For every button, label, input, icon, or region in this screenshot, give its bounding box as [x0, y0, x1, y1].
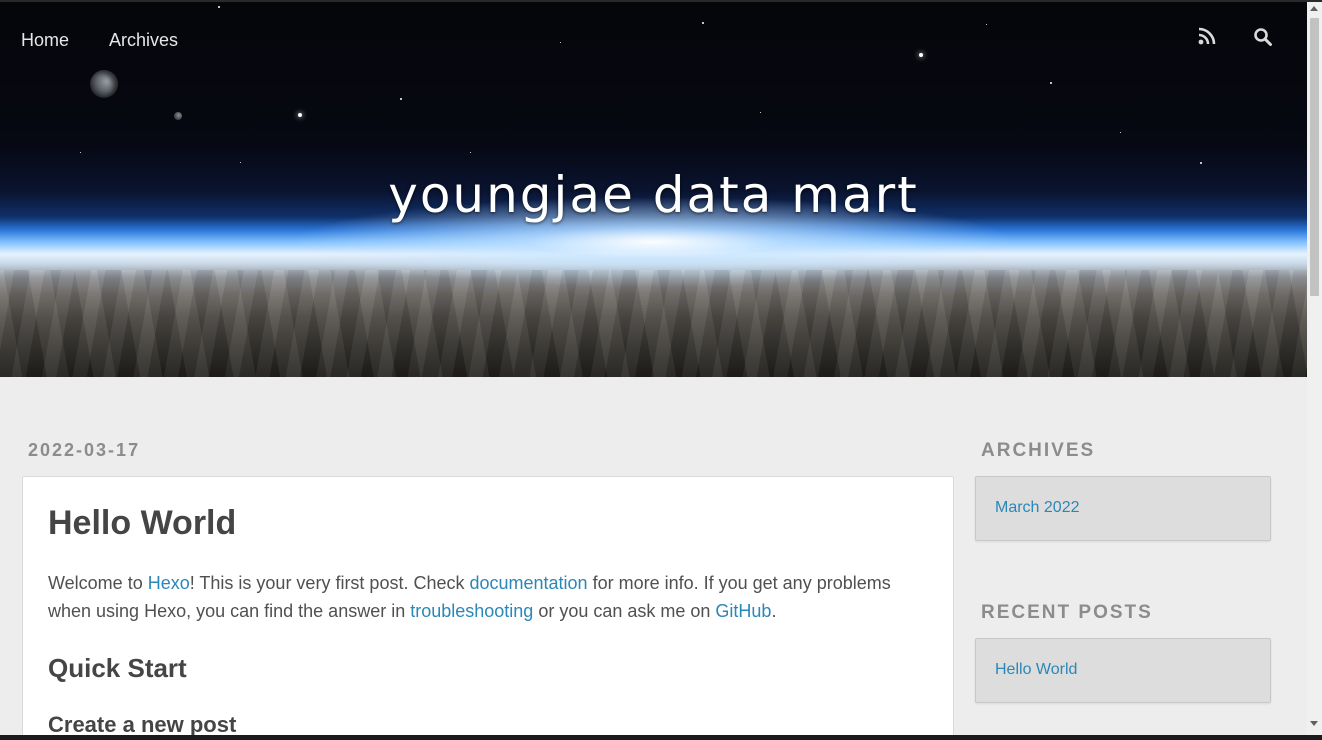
post-article: Hello World Welcome to Hexo! This is you… — [22, 476, 954, 735]
github-link[interactable]: GitHub — [715, 601, 771, 621]
quick-start-heading: Quick Start — [48, 653, 187, 683]
small-moon — [174, 112, 182, 120]
documentation-link[interactable]: documentation — [469, 573, 587, 593]
search-icon[interactable] — [1253, 27, 1273, 47]
nav-archives-link[interactable]: Archives — [109, 30, 178, 51]
intro-text-5: . — [771, 601, 777, 621]
intro-text-2: ! This is your very first post. Check — [189, 573, 470, 593]
window-bottom-strip — [0, 735, 1322, 740]
troubleshooting-link[interactable]: troubleshooting — [410, 601, 533, 621]
rss-icon[interactable] — [1198, 27, 1218, 47]
hexo-link[interactable]: Hexo — [148, 573, 190, 593]
scroll-down-arrow-icon[interactable] — [1310, 721, 1318, 726]
recent-posts-widget-title: RECENT POSTS — [981, 602, 1153, 623]
post-intro: Welcome to Hexo! This is your very first… — [48, 569, 928, 625]
scrollbar-thumb[interactable] — [1310, 18, 1319, 296]
intro-text-1: Welcome to — [48, 573, 148, 593]
post-title[interactable]: Hello World — [48, 504, 236, 543]
main-content: 2022-03-17 Hello World Welcome to Hexo! … — [0, 377, 1307, 735]
site-title[interactable]: youngjae data mart — [0, 166, 1307, 224]
recent-posts-widget: Hello World — [975, 638, 1271, 703]
vertical-scrollbar[interactable] — [1307, 2, 1322, 735]
archives-widget-title: ARCHIVES — [981, 440, 1096, 461]
recent-post-hello-world[interactable]: Hello World — [995, 661, 1077, 679]
archive-item-march-2022[interactable]: March 2022 — [995, 499, 1080, 517]
earth-clouds — [0, 270, 1307, 377]
site-banner: Home Archives youngjae data mart — [0, 2, 1307, 377]
post-date[interactable]: 2022-03-17 — [28, 440, 140, 461]
create-post-heading: Create a new post — [48, 712, 237, 735]
nav-home-link[interactable]: Home — [21, 30, 69, 51]
main-nav: Home Archives — [0, 2, 1307, 78]
scroll-up-arrow-icon[interactable] — [1310, 6, 1318, 11]
archives-widget: March 2022 — [975, 476, 1271, 541]
intro-text-4: or you can ask me on — [533, 601, 716, 621]
